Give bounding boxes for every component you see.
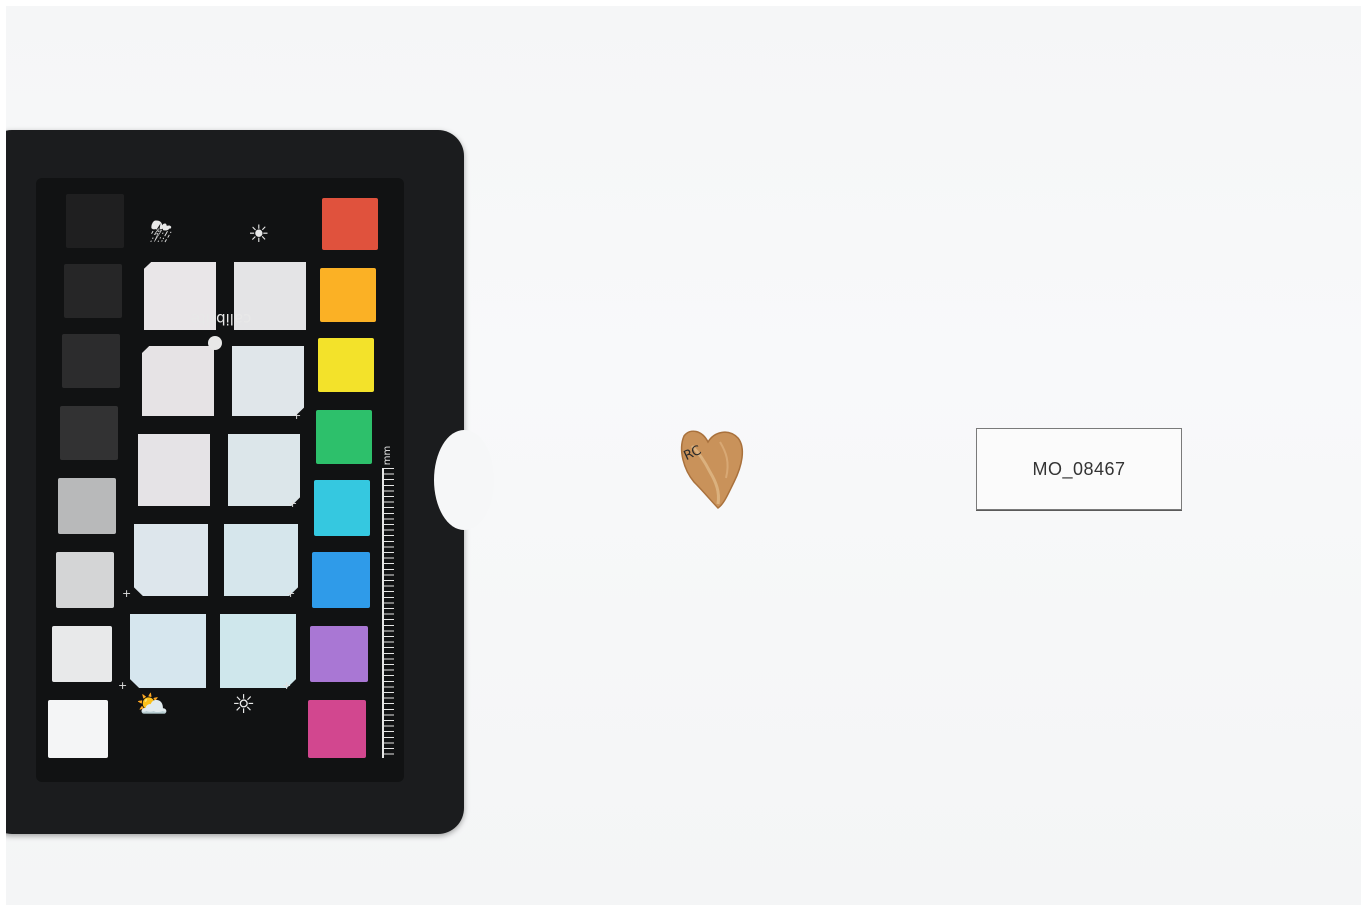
color-swatch-orange — [320, 268, 376, 322]
gray-swatch — [66, 194, 124, 248]
mm-ruler — [382, 468, 400, 758]
plus-mark: + — [286, 587, 296, 600]
color-swatch-cyan — [314, 480, 370, 536]
white-patch — [220, 614, 296, 688]
specimen-photo: mm ⛈ ☀ ⛅ ☼ + + + + + + calibrite RC MO_0… — [6, 6, 1361, 905]
cloud-snow-icon: ⛈ — [150, 215, 173, 248]
white-patch — [138, 434, 210, 506]
white-patch — [228, 434, 300, 506]
camera-sun-icon: ☀ — [248, 220, 270, 248]
color-swatch-purple — [310, 626, 368, 682]
plus-mark: + — [118, 679, 128, 692]
color-checker-card: mm ⛈ ☀ ⛅ ☼ + + + + + + — [36, 178, 404, 782]
plus-mark: + — [292, 409, 302, 422]
ruler-unit-label: mm — [382, 445, 394, 466]
color-swatch-blue — [312, 552, 370, 608]
plus-mark: + — [282, 679, 292, 692]
plus-mark: + — [122, 587, 132, 600]
white-patch — [130, 614, 206, 688]
color-swatch-yellow — [318, 338, 374, 392]
specimen-bone-fragment — [680, 430, 744, 509]
gray-swatch — [48, 700, 108, 758]
cloud-sun-icon: ⛅ — [136, 690, 169, 720]
gray-swatch — [60, 406, 118, 460]
brand-logo-mark — [208, 336, 222, 350]
color-swatch-red — [322, 198, 378, 250]
color-checker-case: mm ⛈ ☀ ⛅ ☼ + + + + + + calibrite — [6, 130, 494, 834]
white-patch — [224, 524, 298, 596]
color-swatch-magenta — [308, 700, 366, 758]
gray-swatch — [62, 334, 120, 388]
color-swatch-green — [316, 410, 372, 464]
gray-swatch — [64, 264, 122, 318]
catalog-number: MO_08467 — [1032, 458, 1126, 479]
gray-swatch — [56, 552, 114, 608]
catalog-label: MO_08467 — [976, 428, 1182, 510]
gray-swatch — [52, 626, 112, 682]
white-patch — [142, 346, 214, 416]
brand-logo-text: calibrite — [190, 310, 252, 328]
white-patch — [232, 346, 304, 416]
camera-flash-icon: ☼ — [232, 690, 256, 720]
plus-mark: + — [288, 497, 298, 510]
gray-swatch — [58, 478, 116, 534]
white-patch — [134, 524, 208, 596]
